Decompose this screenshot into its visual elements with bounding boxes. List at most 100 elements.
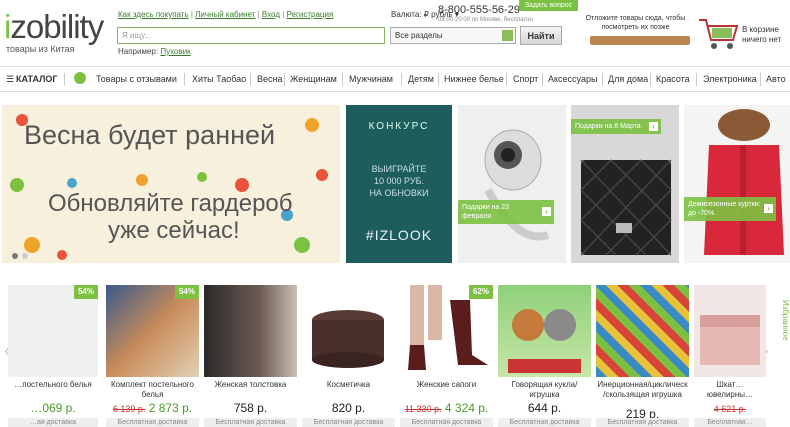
nav-divider — [284, 73, 285, 86]
postpone-hint: Отложите товары сюда, чтобы посмотреть и… — [585, 15, 686, 31]
product-card[interactable]: Косметичка 820 р. Бесплатная доставка — [302, 285, 395, 427]
mar8-tag[interactable]: Подарки на 8 Марта › — [571, 119, 661, 134]
nav-catalog[interactable]: КАТАЛОГ — [16, 74, 58, 84]
register-link[interactable]: Регистрация — [287, 10, 334, 19]
chevron-right-icon: › — [542, 207, 551, 216]
banner-subline-2: уже сейчас! — [108, 217, 240, 244]
nav-divider — [506, 73, 507, 86]
jackets-tag-text: Демисезонные куртки: до -70% — [688, 201, 761, 217]
product-name[interactable]: Женская толстовка — [204, 380, 297, 390]
favorites-shelf[interactable] — [590, 36, 690, 45]
nav-item-home[interactable]: Для дома — [608, 74, 648, 84]
nav-item-kids[interactable]: Детям — [408, 74, 434, 84]
favorites-tab[interactable]: Избранное — [778, 300, 790, 380]
product-card[interactable]: Шкат… ювелирны… 4 621 р. Бесплатная… — [694, 285, 766, 427]
login-link[interactable]: Вход — [262, 10, 280, 19]
nav-item-beauty[interactable]: Красота — [656, 74, 690, 84]
product-card[interactable]: 62% Женские сапоги 11 330 р. 4 324 р. Бе… — [400, 285, 493, 427]
nav-divider — [401, 73, 402, 86]
nav-item-spring[interactable]: Весна — [257, 74, 282, 84]
product-name[interactable]: …постельного белья — [8, 380, 98, 390]
contest-line-1: ВЫИГРАЙТЕ — [371, 164, 427, 174]
nav-item-auto[interactable]: Авто — [766, 74, 786, 84]
product-name[interactable]: Комплект постельного белья — [106, 380, 199, 400]
product-old-price: 4 621 р. — [713, 404, 747, 414]
tagline: товары из Китая — [6, 44, 75, 54]
cart-status: В корзине ничего нет — [742, 25, 781, 45]
feb23-tag[interactable]: Подарки на 23 февраля › — [458, 200, 554, 224]
nav-item-taobao-hits[interactable]: Хиты Таобао — [192, 74, 246, 84]
product-name[interactable]: Говорящая кукла/игрушка — [498, 380, 591, 400]
product-price: 4 621 р. — [694, 401, 766, 415]
spring-banner[interactable]: Весна будет ранней Обновляйте гардероб у… — [2, 105, 340, 263]
toy-icon — [508, 309, 581, 373]
carousel-dot-active[interactable] — [12, 253, 18, 259]
product-image[interactable] — [694, 285, 766, 377]
example-link[interactable]: Пуховик — [160, 47, 190, 56]
nav-item-reviews[interactable]: Товары с отзывами — [96, 74, 177, 84]
top-links: Как здесь покупать | Личный кабинет | Вх… — [118, 10, 334, 19]
product-image[interactable] — [204, 285, 297, 377]
product-card[interactable]: Инерционная/циклическ /скользящая игрушк… — [596, 285, 689, 427]
phone-number: 8-800-555-56-29 — [438, 4, 520, 16]
example-label: Например: — [118, 47, 159, 56]
product-image[interactable] — [498, 285, 591, 377]
product-name[interactable]: Шкат… ювелирны… — [694, 380, 766, 400]
product-card[interactable]: Женская толстовка 758 р. Бесплатная дост… — [204, 285, 297, 427]
search-button[interactable]: Найти — [520, 26, 562, 45]
hamburger-icon[interactable]: ☰ — [6, 74, 14, 85]
product-card[interactable]: 54% …постельного белья …069 р. …ая доста… — [8, 285, 98, 427]
feb23-banner[interactable]: Подарки на 23 февраля › — [458, 105, 566, 263]
contest-banner[interactable]: КОНКУРС ВЫИГРАЙТЕ 10 000 РУБ. НА ОБНОВКИ… — [346, 105, 452, 263]
how-to-buy-link[interactable]: Как здесь покупать — [118, 10, 189, 19]
mar8-banner[interactable]: Подарки на 8 Марта › — [571, 105, 679, 263]
nav-item-underwear[interactable]: Нижнее белье — [444, 74, 504, 84]
nav-item-men[interactable]: Мужчинам — [349, 74, 393, 84]
product-card[interactable]: Говорящая кукла/игрушка 644 р. Бесплатна… — [498, 285, 591, 427]
cart-status-line1: В корзине — [742, 25, 779, 34]
nav-item-electronics[interactable]: Электроника — [703, 74, 757, 84]
jackets-tag[interactable]: Демисезонные куртки: до -70% › — [684, 197, 776, 221]
chevron-down-icon — [502, 30, 513, 41]
speaker-icon — [484, 129, 550, 241]
chevron-right-icon: › — [649, 121, 658, 131]
nav-divider — [602, 73, 603, 86]
product-image[interactable] — [302, 285, 395, 377]
contest-title: КОНКУРС — [368, 121, 430, 132]
carousel-dot[interactable] — [22, 253, 28, 259]
nav-divider — [250, 73, 251, 86]
ask-question-button[interactable]: Задать вопрос — [519, 0, 578, 11]
product-image[interactable] — [596, 285, 689, 377]
nav-divider — [760, 73, 761, 86]
nav-item-accessories[interactable]: Аксессуары — [548, 74, 597, 84]
currency-label: Валюта: — [391, 10, 422, 19]
product-price: …069 р. — [8, 401, 98, 415]
jackets-banner[interactable]: Демисезонные куртки: до -70% › — [684, 105, 790, 263]
banner-headline: Весна будет ранней — [24, 120, 276, 150]
reviews-icon — [74, 72, 86, 84]
cosmetic-bag-icon — [312, 310, 384, 368]
nav-divider — [542, 73, 543, 86]
nav-divider — [696, 73, 697, 86]
product-name[interactable]: Косметичка — [302, 380, 395, 390]
product-card[interactable]: 54% Комплект постельного белья 6 139 р. … — [106, 285, 199, 427]
search-input[interactable]: Я ищу... — [117, 27, 385, 44]
account-link[interactable]: Личный кабинет — [195, 10, 255, 19]
logo[interactable]: izobility — [4, 10, 104, 44]
product-old-price: 6 139 р. — [112, 404, 146, 414]
product-name[interactable]: Женские сапоги — [400, 380, 493, 390]
nav-divider — [650, 73, 651, 86]
nav-item-women[interactable]: Женщинам — [290, 74, 337, 84]
sections-select[interactable]: Все разделы — [390, 27, 516, 44]
sections-select-value: Все разделы — [395, 31, 443, 40]
product-new-price: 2 873 р. — [148, 401, 193, 415]
product-price: 820 р. — [302, 401, 395, 415]
nav-divider — [438, 73, 439, 86]
product-name[interactable]: Инерционная/циклическ /скользящая игрушк… — [596, 380, 689, 400]
nav-item-sport[interactable]: Спорт — [513, 74, 538, 84]
nav-divider — [64, 73, 65, 86]
product-price-value: 758 р. — [233, 401, 268, 415]
contest-line-3: НА ОБНОВКИ — [369, 188, 429, 198]
cart-icon[interactable] — [697, 14, 741, 52]
feb23-tag-text: Подарки на 23 февраля — [462, 204, 510, 220]
